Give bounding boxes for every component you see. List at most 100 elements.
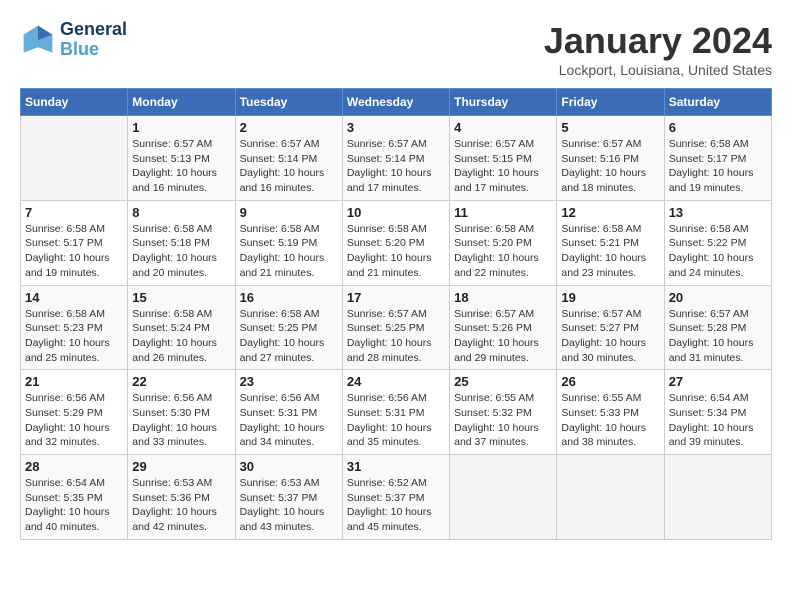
weekday-header-row: SundayMondayTuesdayWednesdayThursdayFrid… bbox=[21, 89, 772, 116]
day-number: 25 bbox=[454, 374, 552, 389]
day-cell: 8Sunrise: 6:58 AMSunset: 5:18 PMDaylight… bbox=[128, 200, 235, 285]
day-number: 2 bbox=[240, 120, 338, 135]
day-info: Sunrise: 6:53 AMSunset: 5:37 PMDaylight:… bbox=[240, 476, 338, 535]
day-info: Sunrise: 6:58 AMSunset: 5:17 PMDaylight:… bbox=[25, 222, 123, 281]
day-number: 28 bbox=[25, 459, 123, 474]
day-info: Sunrise: 6:57 AMSunset: 5:13 PMDaylight:… bbox=[132, 137, 230, 196]
day-cell: 24Sunrise: 6:56 AMSunset: 5:31 PMDayligh… bbox=[342, 370, 449, 455]
day-info: Sunrise: 6:57 AMSunset: 5:26 PMDaylight:… bbox=[454, 307, 552, 366]
day-info: Sunrise: 6:57 AMSunset: 5:16 PMDaylight:… bbox=[561, 137, 659, 196]
weekday-header-thursday: Thursday bbox=[450, 89, 557, 116]
day-cell: 6Sunrise: 6:58 AMSunset: 5:17 PMDaylight… bbox=[664, 116, 771, 201]
weekday-header-wednesday: Wednesday bbox=[342, 89, 449, 116]
week-row-2: 7Sunrise: 6:58 AMSunset: 5:17 PMDaylight… bbox=[21, 200, 772, 285]
day-number: 5 bbox=[561, 120, 659, 135]
logo-icon bbox=[20, 22, 56, 58]
day-info: Sunrise: 6:57 AMSunset: 5:15 PMDaylight:… bbox=[454, 137, 552, 196]
day-cell: 21 Sunrise: 6:56 AMSunset: 5:29 PMDayligh… bbox=[21, 370, 128, 455]
day-info: Sunrise: 6:57 AMSunset: 5:27 PMDaylight:… bbox=[561, 307, 659, 366]
day-number: 31 bbox=[347, 459, 445, 474]
day-number: 24 bbox=[347, 374, 445, 389]
day-info: Sunrise: 6:58 AMSunset: 5:20 PMDaylight:… bbox=[454, 222, 552, 281]
day-number: 13 bbox=[669, 205, 767, 220]
day-cell: 13 Sunrise: 6:58 AMSunset: 5:22 PMDayligh… bbox=[664, 200, 771, 285]
day-number: 8 bbox=[132, 205, 230, 220]
day-cell: 26 Sunrise: 6:55 AMSunset: 5:33 PMDayligh… bbox=[557, 370, 664, 455]
day-number: 29 bbox=[132, 459, 230, 474]
day-info: Sunrise: 6:53 AMSunset: 5:36 PMDaylight:… bbox=[132, 476, 230, 535]
title-block: January 2024 Lockport, Louisiana, United… bbox=[544, 20, 772, 78]
day-cell: 20Sunrise: 6:57 AMSunset: 5:28 PMDayligh… bbox=[664, 285, 771, 370]
day-cell bbox=[450, 455, 557, 540]
day-number: 16 bbox=[240, 290, 338, 305]
day-number: 9 bbox=[240, 205, 338, 220]
day-cell: 16 Sunrise: 6:58 AMSunset: 5:25 PMDayligh… bbox=[235, 285, 342, 370]
day-info: Sunrise: 6:54 AMSunset: 5:35 PMDaylight:… bbox=[25, 476, 123, 535]
day-info: Sunrise: 6:52 AMSunset: 5:37 PMDaylight:… bbox=[347, 476, 445, 535]
day-number: 10 bbox=[347, 205, 445, 220]
day-number: 18 bbox=[454, 290, 552, 305]
location: Lockport, Louisiana, United States bbox=[544, 62, 772, 78]
day-info: Sunrise: 6:57 AMSunset: 5:28 PMDaylight:… bbox=[669, 307, 767, 366]
day-cell: 3 Sunrise: 6:57 AMSunset: 5:14 PMDaylight… bbox=[342, 116, 449, 201]
day-cell: 18 Sunrise: 6:57 AMSunset: 5:26 PMDayligh… bbox=[450, 285, 557, 370]
day-cell bbox=[557, 455, 664, 540]
weekday-header-monday: Monday bbox=[128, 89, 235, 116]
calendar-table: SundayMondayTuesdayWednesdayThursdayFrid… bbox=[20, 88, 772, 540]
day-number: 15 bbox=[132, 290, 230, 305]
page-header: General Blue January 2024 Lockport, Loui… bbox=[20, 20, 772, 78]
day-info: Sunrise: 6:55 AMSunset: 5:32 PMDaylight:… bbox=[454, 391, 552, 450]
day-info: Sunrise: 6:58 AMSunset: 5:21 PMDaylight:… bbox=[561, 222, 659, 281]
day-info: Sunrise: 6:54 AMSunset: 5:34 PMDaylight:… bbox=[669, 391, 767, 450]
day-number: 3 bbox=[347, 120, 445, 135]
day-info: Sunrise: 6:56 AMSunset: 5:29 PMDaylight:… bbox=[25, 391, 123, 450]
day-number: 22 bbox=[132, 374, 230, 389]
day-cell: 19 Sunrise: 6:57 AMSunset: 5:27 PMDayligh… bbox=[557, 285, 664, 370]
weekday-header-sunday: Sunday bbox=[21, 89, 128, 116]
day-cell: 2Sunrise: 6:57 AMSunset: 5:14 PMDaylight… bbox=[235, 116, 342, 201]
day-info: Sunrise: 6:58 AMSunset: 5:19 PMDaylight:… bbox=[240, 222, 338, 281]
day-cell: 15 Sunrise: 6:58 AMSunset: 5:24 PMDayligh… bbox=[128, 285, 235, 370]
day-cell: 23 Sunrise: 6:56 AMSunset: 5:31 PMDayligh… bbox=[235, 370, 342, 455]
day-number: 23 bbox=[240, 374, 338, 389]
day-cell: 11 Sunrise: 6:58 AMSunset: 5:20 PMDayligh… bbox=[450, 200, 557, 285]
day-cell: 9 Sunrise: 6:58 AMSunset: 5:19 PMDaylight… bbox=[235, 200, 342, 285]
day-number: 14 bbox=[25, 290, 123, 305]
day-cell bbox=[21, 116, 128, 201]
day-info: Sunrise: 6:56 AMSunset: 5:31 PMDaylight:… bbox=[240, 391, 338, 450]
week-row-1: 1 Sunrise: 6:57 AMSunset: 5:13 PMDaylight… bbox=[21, 116, 772, 201]
day-info: Sunrise: 6:58 AMSunset: 5:23 PMDaylight:… bbox=[25, 307, 123, 366]
day-cell: 25 Sunrise: 6:55 AMSunset: 5:32 PMDayligh… bbox=[450, 370, 557, 455]
day-number: 12 bbox=[561, 205, 659, 220]
day-cell: 22 Sunrise: 6:56 AMSunset: 5:30 PMDayligh… bbox=[128, 370, 235, 455]
day-number: 4 bbox=[454, 120, 552, 135]
day-number: 19 bbox=[561, 290, 659, 305]
week-row-5: 28 Sunrise: 6:54 AMSunset: 5:35 PMDayligh… bbox=[21, 455, 772, 540]
day-cell: 29 Sunrise: 6:53 AMSunset: 5:36 PMDayligh… bbox=[128, 455, 235, 540]
day-number: 11 bbox=[454, 205, 552, 220]
day-cell: 5 Sunrise: 6:57 AMSunset: 5:16 PMDaylight… bbox=[557, 116, 664, 201]
weekday-header-tuesday: Tuesday bbox=[235, 89, 342, 116]
day-cell: 31 Sunrise: 6:52 AMSunset: 5:37 PMDayligh… bbox=[342, 455, 449, 540]
day-info: Sunrise: 6:56 AMSunset: 5:30 PMDaylight:… bbox=[132, 391, 230, 450]
day-number: 27 bbox=[669, 374, 767, 389]
day-cell: 17Sunrise: 6:57 AMSunset: 5:25 PMDayligh… bbox=[342, 285, 449, 370]
day-info: Sunrise: 6:58 AMSunset: 5:17 PMDaylight:… bbox=[669, 137, 767, 196]
day-cell: 30Sunrise: 6:53 AMSunset: 5:37 PMDayligh… bbox=[235, 455, 342, 540]
week-row-3: 14 Sunrise: 6:58 AMSunset: 5:23 PMDayligh… bbox=[21, 285, 772, 370]
day-number: 26 bbox=[561, 374, 659, 389]
day-cell bbox=[664, 455, 771, 540]
day-cell: 28 Sunrise: 6:54 AMSunset: 5:35 PMDayligh… bbox=[21, 455, 128, 540]
day-info: Sunrise: 6:58 AMSunset: 5:22 PMDaylight:… bbox=[669, 222, 767, 281]
day-cell: 10Sunrise: 6:58 AMSunset: 5:20 PMDayligh… bbox=[342, 200, 449, 285]
day-info: Sunrise: 6:58 AMSunset: 5:24 PMDaylight:… bbox=[132, 307, 230, 366]
day-number: 21 bbox=[25, 374, 123, 389]
day-cell: 4 Sunrise: 6:57 AMSunset: 5:15 PMDaylight… bbox=[450, 116, 557, 201]
day-info: Sunrise: 6:58 AMSunset: 5:25 PMDaylight:… bbox=[240, 307, 338, 366]
logo-text: General Blue bbox=[60, 20, 127, 60]
day-number: 1 bbox=[132, 120, 230, 135]
day-info: Sunrise: 6:55 AMSunset: 5:33 PMDaylight:… bbox=[561, 391, 659, 450]
day-info: Sunrise: 6:57 AMSunset: 5:14 PMDaylight:… bbox=[347, 137, 445, 196]
week-row-4: 21 Sunrise: 6:56 AMSunset: 5:29 PMDayligh… bbox=[21, 370, 772, 455]
logo: General Blue bbox=[20, 20, 127, 60]
